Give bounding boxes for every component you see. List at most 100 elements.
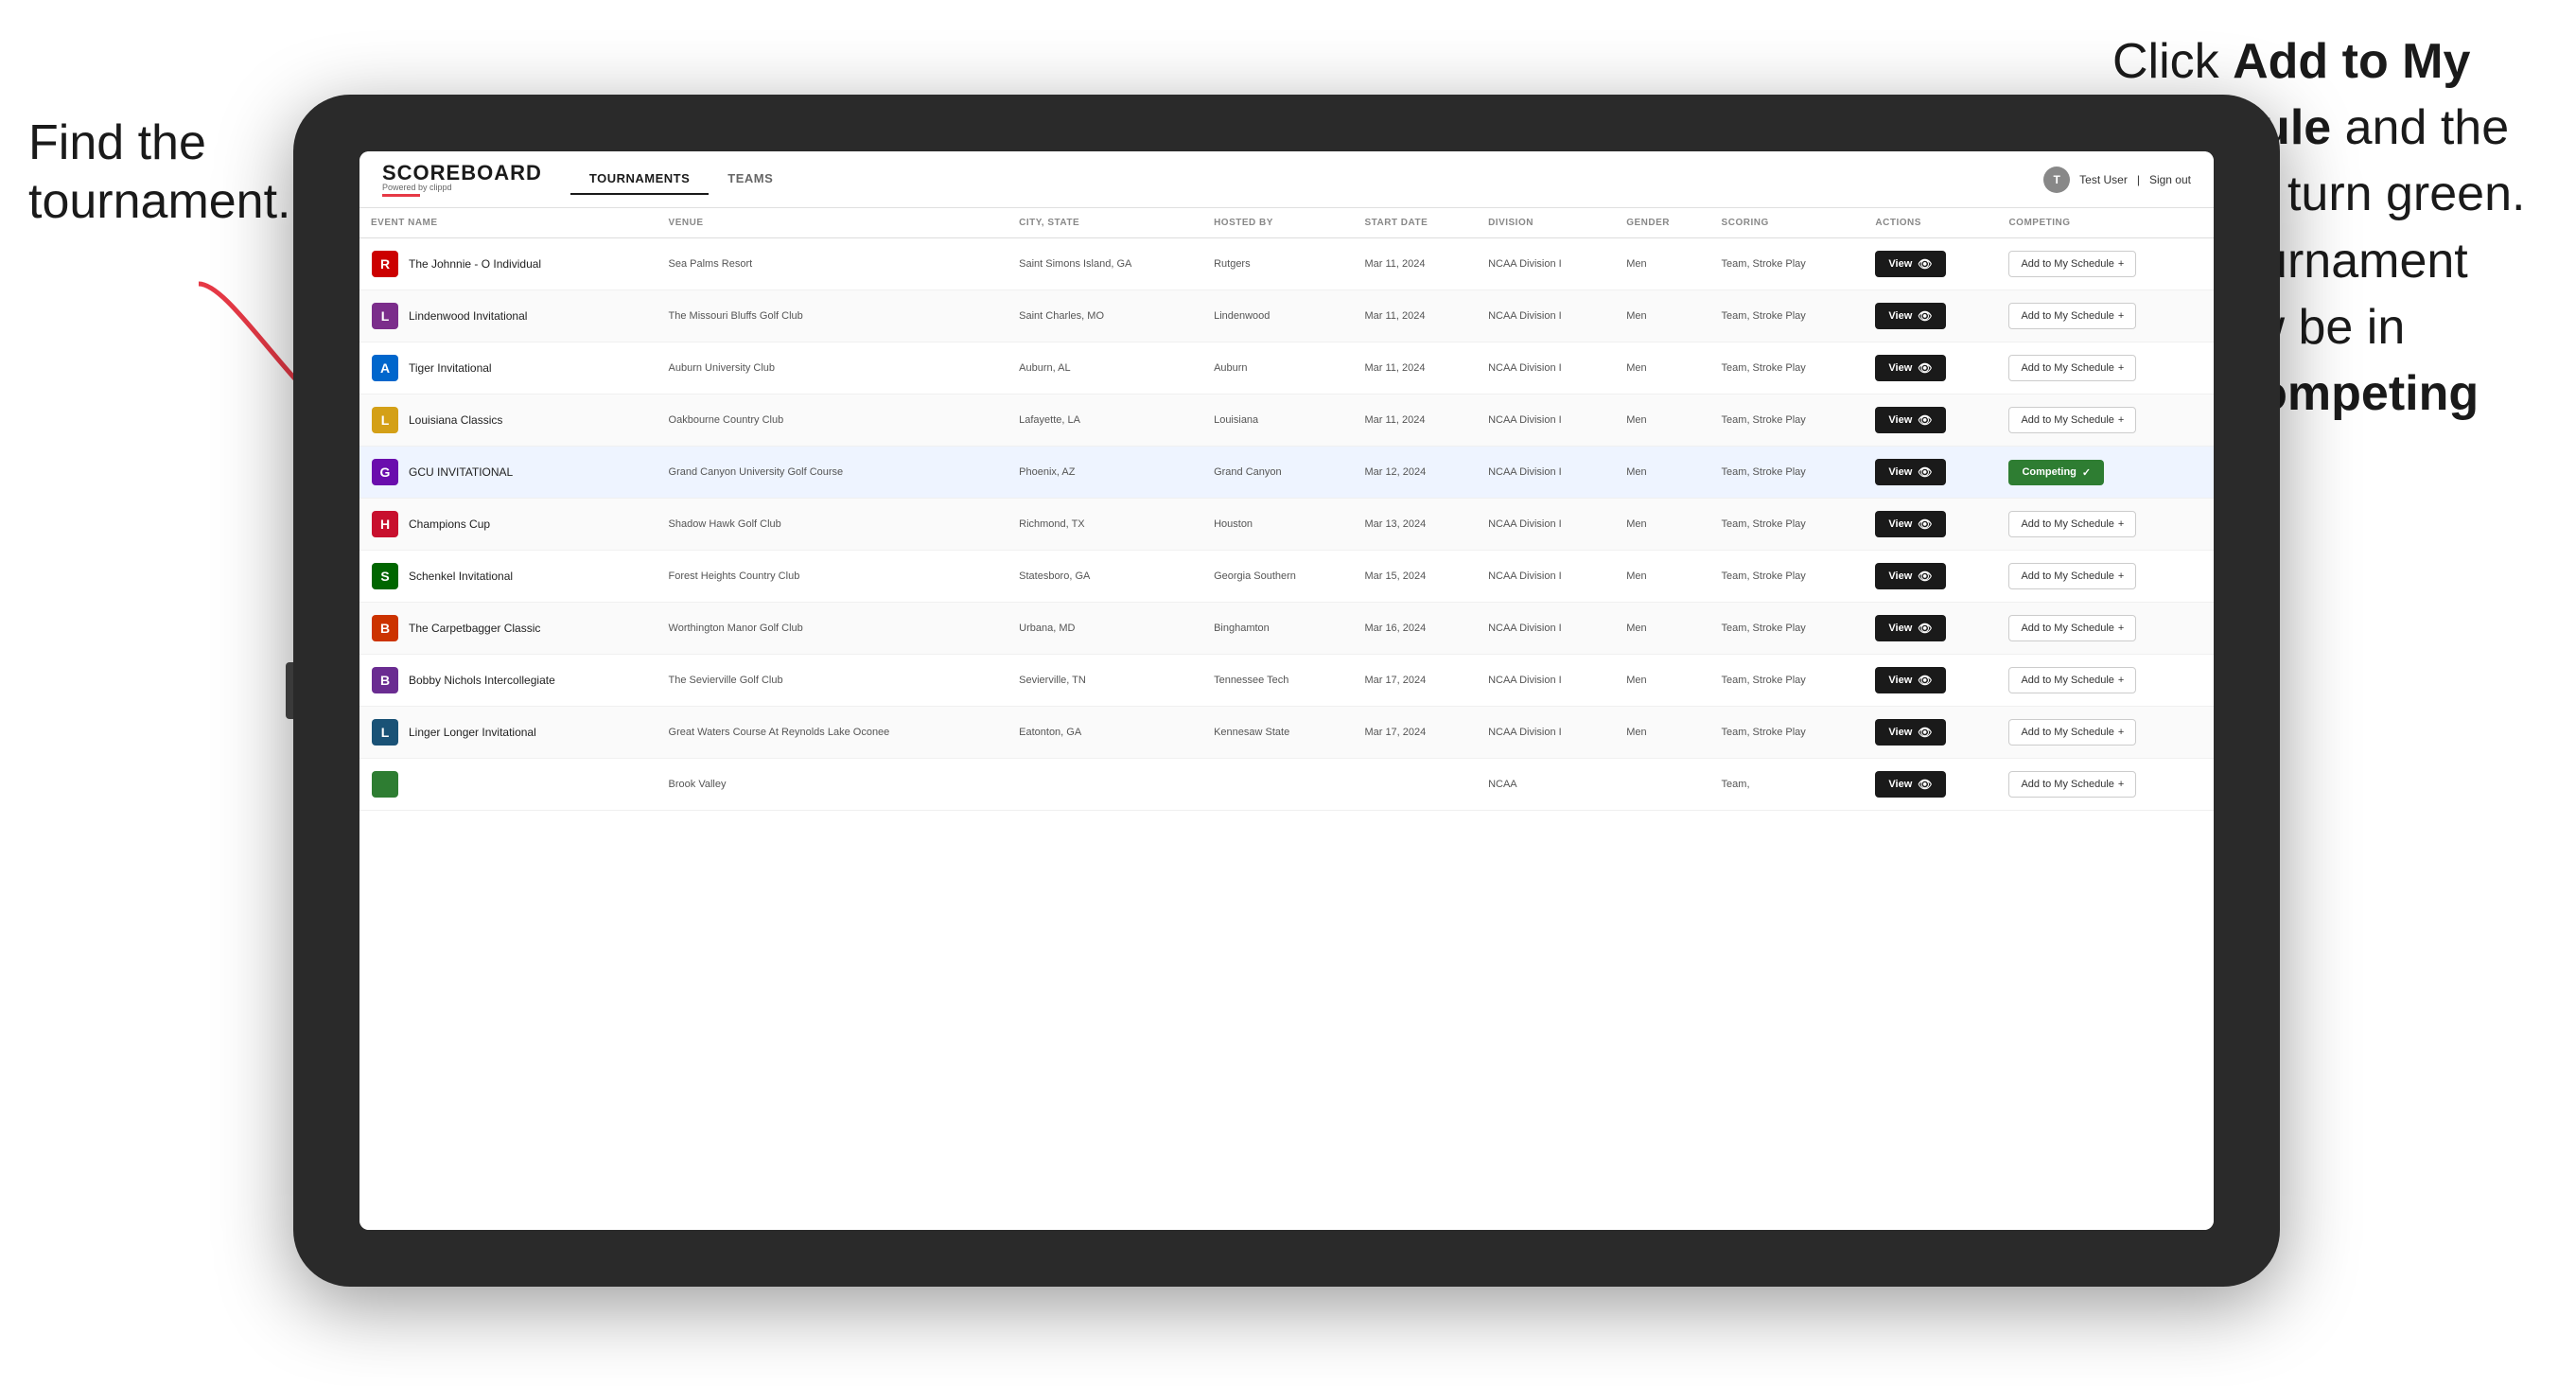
- competing-cell: Add to My Schedule +: [1997, 238, 2214, 290]
- competing-button[interactable]: Competing ✓: [2008, 460, 2104, 485]
- view-button[interactable]: View 👁: [1875, 251, 1945, 277]
- col-gender: GENDER: [1615, 208, 1709, 238]
- competing-cell: Add to My Schedule +: [1997, 290, 2214, 342]
- start-date-cell: Mar 11, 2024: [1353, 342, 1477, 395]
- add-to-schedule-button[interactable]: Add to My Schedule +: [2008, 771, 2136, 798]
- competing-cell: Add to My Schedule +: [1997, 551, 2214, 603]
- hosted-by-cell: Binghamton: [1202, 603, 1353, 655]
- view-button[interactable]: View 👁: [1875, 459, 1945, 485]
- scoring-cell: Team,: [1710, 759, 1865, 811]
- division-cell: NCAA Division I: [1477, 395, 1615, 447]
- view-button[interactable]: View 👁: [1875, 615, 1945, 641]
- add-to-schedule-button[interactable]: Add to My Schedule +: [2008, 251, 2136, 277]
- table-row: SSchenkel InvitationalForest Heights Cou…: [359, 551, 2214, 603]
- view-button[interactable]: View 👁: [1875, 771, 1945, 798]
- scoring-cell: Team, Stroke Play: [1710, 499, 1865, 551]
- gender-cell: [1615, 759, 1709, 811]
- add-to-schedule-button[interactable]: Add to My Schedule +: [2008, 667, 2136, 693]
- eye-icon: 👁: [1918, 778, 1932, 791]
- event-name-text: Linger Longer Invitational: [409, 726, 536, 739]
- tablet-frame: SCOREBOARD Powered by clippd TOURNAMENTS…: [293, 95, 2280, 1287]
- view-button[interactable]: View 👁: [1875, 407, 1945, 433]
- competing-cell: Add to My Schedule +: [1997, 759, 2214, 811]
- plus-icon: +: [2118, 258, 2124, 270]
- hosted-by-cell: Kennesaw State: [1202, 707, 1353, 759]
- view-button[interactable]: View 👁: [1875, 355, 1945, 381]
- actions-cell: View 👁: [1864, 290, 1997, 342]
- scoring-cell: Team, Stroke Play: [1710, 395, 1865, 447]
- tablet-screen: SCOREBOARD Powered by clippd TOURNAMENTS…: [359, 151, 2214, 1230]
- hosted-by-cell: Tennessee Tech: [1202, 655, 1353, 707]
- venue-cell: The Sevierville Golf Club: [657, 655, 1008, 707]
- team-logo: L: [371, 302, 399, 330]
- eye-icon: 👁: [1918, 570, 1932, 583]
- city-state-cell: Saint Simons Island, GA: [1008, 238, 1202, 290]
- event-name-cell: H Champions Cup: [359, 499, 657, 551]
- venue-cell: Brook Valley: [657, 759, 1008, 811]
- city-state-cell: Richmond, TX: [1008, 499, 1202, 551]
- team-logo: R: [371, 250, 399, 278]
- event-name-text: Tiger Invitational: [409, 361, 492, 375]
- view-button[interactable]: View 👁: [1875, 667, 1945, 693]
- gender-cell: Men: [1615, 290, 1709, 342]
- add-to-schedule-button[interactable]: Add to My Schedule +: [2008, 407, 2136, 433]
- avatar: T: [2043, 167, 2070, 193]
- scoring-cell: Team, Stroke Play: [1710, 655, 1865, 707]
- start-date-cell: Mar 13, 2024: [1353, 499, 1477, 551]
- add-to-schedule-button[interactable]: Add to My Schedule +: [2008, 355, 2136, 381]
- division-cell: NCAA Division I: [1477, 238, 1615, 290]
- venue-cell: Sea Palms Resort: [657, 238, 1008, 290]
- scoring-cell: Team, Stroke Play: [1710, 603, 1865, 655]
- event-name-cell: BBobby Nichols Intercollegiate: [359, 655, 657, 707]
- eye-icon: 👁: [1918, 674, 1932, 687]
- add-to-schedule-button[interactable]: Add to My Schedule +: [2008, 511, 2136, 537]
- event-name-text: Champions Cup: [409, 518, 490, 531]
- table-body: RThe Johnnie - O IndividualSea Palms Res…: [359, 238, 2214, 811]
- event-name-cell: [359, 759, 657, 811]
- plus-icon: +: [2118, 362, 2124, 374]
- city-state-cell: Lafayette, LA: [1008, 395, 1202, 447]
- sign-out-link[interactable]: Sign out: [2149, 173, 2191, 186]
- start-date-cell: Mar 15, 2024: [1353, 551, 1477, 603]
- add-to-schedule-button[interactable]: Add to My Schedule +: [2008, 303, 2136, 329]
- table-header: EVENT NAME VENUE CITY, STATE HOSTED BY S…: [359, 208, 2214, 238]
- col-scoring: SCORING: [1710, 208, 1865, 238]
- scoring-cell: Team, Stroke Play: [1710, 238, 1865, 290]
- team-logo: B: [371, 666, 399, 694]
- team-logo: L: [371, 406, 399, 434]
- actions-cell: View 👁: [1864, 238, 1997, 290]
- plus-icon: +: [2118, 727, 2124, 738]
- checkmark-icon: ✓: [2082, 466, 2091, 479]
- team-logo: L: [371, 718, 399, 746]
- view-button[interactable]: View 👁: [1875, 719, 1945, 746]
- actions-cell: View 👁: [1864, 551, 1997, 603]
- actions-cell: View 👁: [1864, 603, 1997, 655]
- add-to-schedule-button[interactable]: Add to My Schedule +: [2008, 719, 2136, 746]
- view-button[interactable]: View 👁: [1875, 303, 1945, 329]
- gender-cell: Men: [1615, 655, 1709, 707]
- hosted-by-cell: [1202, 759, 1353, 811]
- table-container[interactable]: EVENT NAME VENUE CITY, STATE HOSTED BY S…: [359, 208, 2214, 1230]
- add-to-schedule-button[interactable]: Add to My Schedule +: [2008, 615, 2136, 641]
- col-city-state: CITY, STATE: [1008, 208, 1202, 238]
- eye-icon: 👁: [1918, 257, 1932, 271]
- event-name-cell: BThe Carpetbagger Classic: [359, 603, 657, 655]
- scoring-cell: Team, Stroke Play: [1710, 342, 1865, 395]
- actions-cell: View 👁: [1864, 342, 1997, 395]
- view-button[interactable]: View 👁: [1875, 511, 1945, 537]
- team-logo: [371, 770, 399, 798]
- venue-cell: Great Waters Course At Reynolds Lake Oco…: [657, 707, 1008, 759]
- hosted-by-cell: Grand Canyon: [1202, 447, 1353, 499]
- start-date-cell: Mar 12, 2024: [1353, 447, 1477, 499]
- team-logo: H: [371, 510, 399, 538]
- gender-cell: Men: [1615, 551, 1709, 603]
- competing-cell: Competing ✓: [1997, 447, 2214, 499]
- city-state-cell: Urbana, MD: [1008, 603, 1202, 655]
- tab-tournaments[interactable]: TOURNAMENTS: [570, 164, 709, 195]
- table-row: LLouisiana ClassicsOakbourne Country Clu…: [359, 395, 2214, 447]
- start-date-cell: Mar 17, 2024: [1353, 655, 1477, 707]
- add-to-schedule-button[interactable]: Add to My Schedule +: [2008, 563, 2136, 589]
- view-button[interactable]: View 👁: [1875, 563, 1945, 589]
- tab-teams[interactable]: TEAMS: [709, 164, 792, 195]
- hosted-by-cell: Georgia Southern: [1202, 551, 1353, 603]
